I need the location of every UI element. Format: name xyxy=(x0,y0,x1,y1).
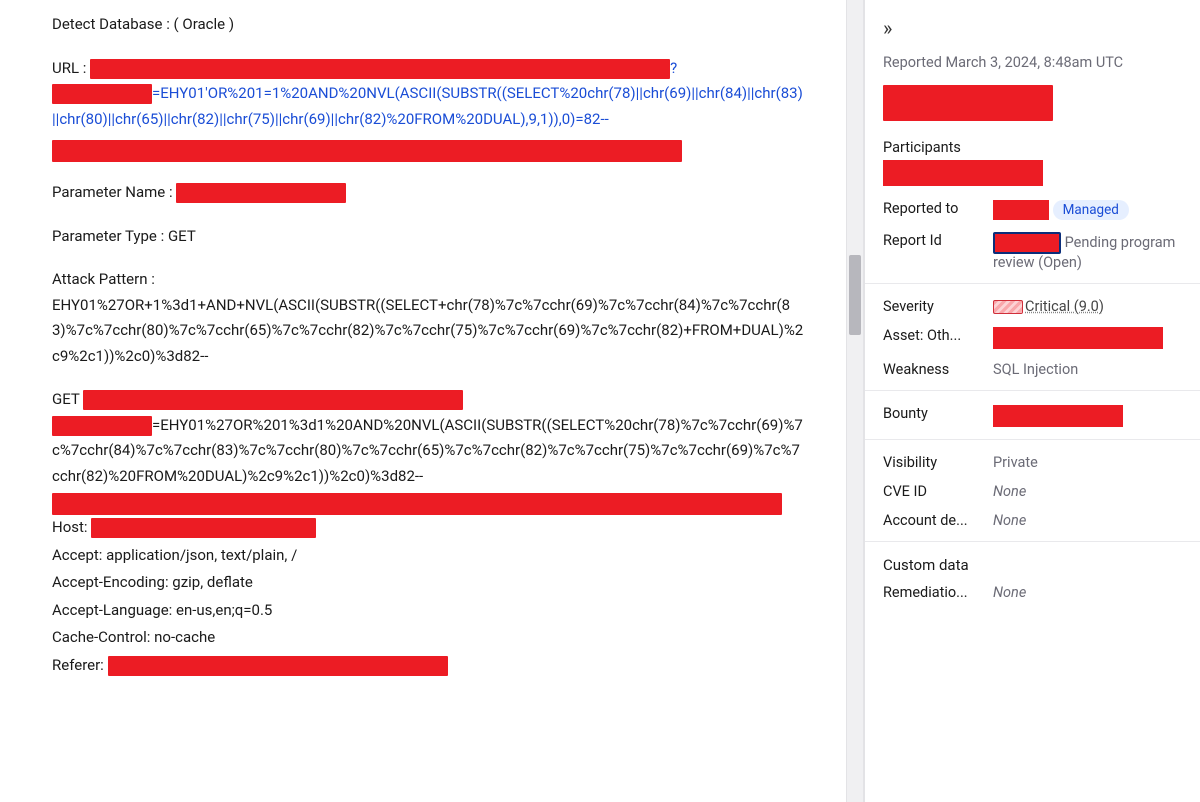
remediation-row: Remediatio... None xyxy=(883,584,1182,601)
divider xyxy=(865,390,1200,391)
divider xyxy=(865,439,1200,440)
redacted-block-2 xyxy=(52,493,782,515)
http-get-label: GET xyxy=(52,390,80,408)
severity-row: Severity Critical (9.0) xyxy=(883,298,1182,315)
account-label: Account de... xyxy=(883,512,983,529)
redacted-url-param xyxy=(52,84,152,104)
url-label: URL : xyxy=(52,59,90,77)
redacted-reported-to xyxy=(993,200,1049,220)
severity-label: Severity xyxy=(883,298,983,315)
divider xyxy=(865,541,1200,542)
redacted-referer xyxy=(108,656,448,676)
asset-label: Asset: Oth... xyxy=(883,327,983,344)
http-accept-encoding: Accept-Encoding: gzip, deflate xyxy=(52,570,806,596)
report-id-label: Report Id xyxy=(883,232,983,249)
severity-indicator-icon xyxy=(993,300,1023,314)
report-id-row: Report Id Pending program review (Open) xyxy=(883,232,1182,271)
custom-data-heading: Custom data xyxy=(883,556,1182,574)
weakness-row: Weakness SQL Injection xyxy=(883,361,1182,378)
weakness-value: SQL Injection xyxy=(993,361,1182,378)
cveid-row: CVE ID None xyxy=(883,483,1182,500)
report-body: Detect Database : ( Oracle ) URL : ? =EH… xyxy=(0,0,846,802)
detect-database: Detect Database : ( Oracle ) xyxy=(52,12,806,38)
scrollbar-thumb[interactable] xyxy=(849,255,861,335)
divider xyxy=(865,283,1200,284)
redacted-get-param xyxy=(52,416,152,436)
sidebar: » Reported March 3, 2024, 8:48am UTC Par… xyxy=(864,0,1200,802)
visibility-value: Private xyxy=(993,454,1182,471)
redacted-bounty xyxy=(993,405,1123,427)
collapse-sidebar-button[interactable]: » xyxy=(883,16,892,40)
http-cache-control: Cache-Control: no-cache xyxy=(52,625,806,651)
scrollbar[interactable] xyxy=(846,0,864,802)
bounty-label: Bounty xyxy=(883,405,983,422)
severity-value[interactable]: Critical (9.0) xyxy=(1025,298,1104,315)
url-query-start: ? xyxy=(670,59,677,77)
attack-pattern-label: Attack Pattern : xyxy=(52,267,806,293)
url-payload: =EHY01'OR%201=1%20AND%20NVL(ASCII(SUBSTR… xyxy=(52,84,803,128)
cveid-value: None xyxy=(993,483,1182,500)
reported-to-row: Reported to Managed xyxy=(883,200,1182,220)
account-value: None xyxy=(993,512,1182,529)
participants-label: Participants xyxy=(883,139,1182,156)
account-row: Account de... None xyxy=(883,512,1182,529)
redacted-block-1 xyxy=(52,140,682,162)
redacted-report-id xyxy=(993,232,1061,254)
cveid-label: CVE ID xyxy=(883,483,983,500)
visibility-label: Visibility xyxy=(883,454,983,471)
http-accept-language: Accept-Language: en-us,en;q=0.5 xyxy=(52,598,806,624)
reported-to-label: Reported to xyxy=(883,200,983,217)
remediation-label: Remediatio... xyxy=(883,584,983,601)
param-type-row: Parameter Type : GET xyxy=(52,224,806,250)
http-referer-label: Referer: xyxy=(52,656,108,674)
reported-timestamp: Reported March 3, 2024, 8:48am UTC xyxy=(883,54,1182,71)
http-request-block: GET =EHY01%27OR%201%3d1%20AND%20NVL(ASCI… xyxy=(52,387,806,489)
http-referer-row: Referer: xyxy=(52,653,806,679)
url-link[interactable]: ? =EHY01'OR%201=1%20AND%20NVL(ASCII(SUBS… xyxy=(52,59,803,128)
param-name-label: Parameter Name : xyxy=(52,183,176,201)
redacted-url-host xyxy=(90,59,670,79)
remediation-value: None xyxy=(993,584,1182,601)
http-host-row: Host: xyxy=(52,515,806,541)
redacted-param-name xyxy=(176,183,346,203)
redacted-asset xyxy=(993,327,1163,349)
param-name-row: Parameter Name : xyxy=(52,180,806,206)
asset-row: Asset: Oth... xyxy=(883,327,1182,349)
redacted-get-path xyxy=(83,390,463,410)
url-block: URL : ? =EHY01'OR%201=1%20AND%20NVL(ASCI… xyxy=(52,56,806,133)
attack-pattern-block: Attack Pattern : EHY01%27OR+1%3d1+AND+NV… xyxy=(52,267,806,369)
http-accept: Accept: application/json, text/plain, / xyxy=(52,543,806,569)
redacted-participants xyxy=(883,160,1043,186)
redacted-reporter xyxy=(883,85,1053,121)
http-host-label: Host: xyxy=(52,518,91,536)
weakness-label: Weakness xyxy=(883,361,983,378)
http-get-payload: =EHY01%27OR%201%3d1%20AND%20NVL(ASCII(SU… xyxy=(52,416,803,485)
redacted-host xyxy=(91,518,316,538)
visibility-row: Visibility Private xyxy=(883,454,1182,471)
bounty-row: Bounty xyxy=(883,405,1182,427)
managed-badge: Managed xyxy=(1053,200,1129,220)
attack-pattern-value: EHY01%27OR+1%3d1+AND+NVL(ASCII(SUBSTR((S… xyxy=(52,293,806,370)
